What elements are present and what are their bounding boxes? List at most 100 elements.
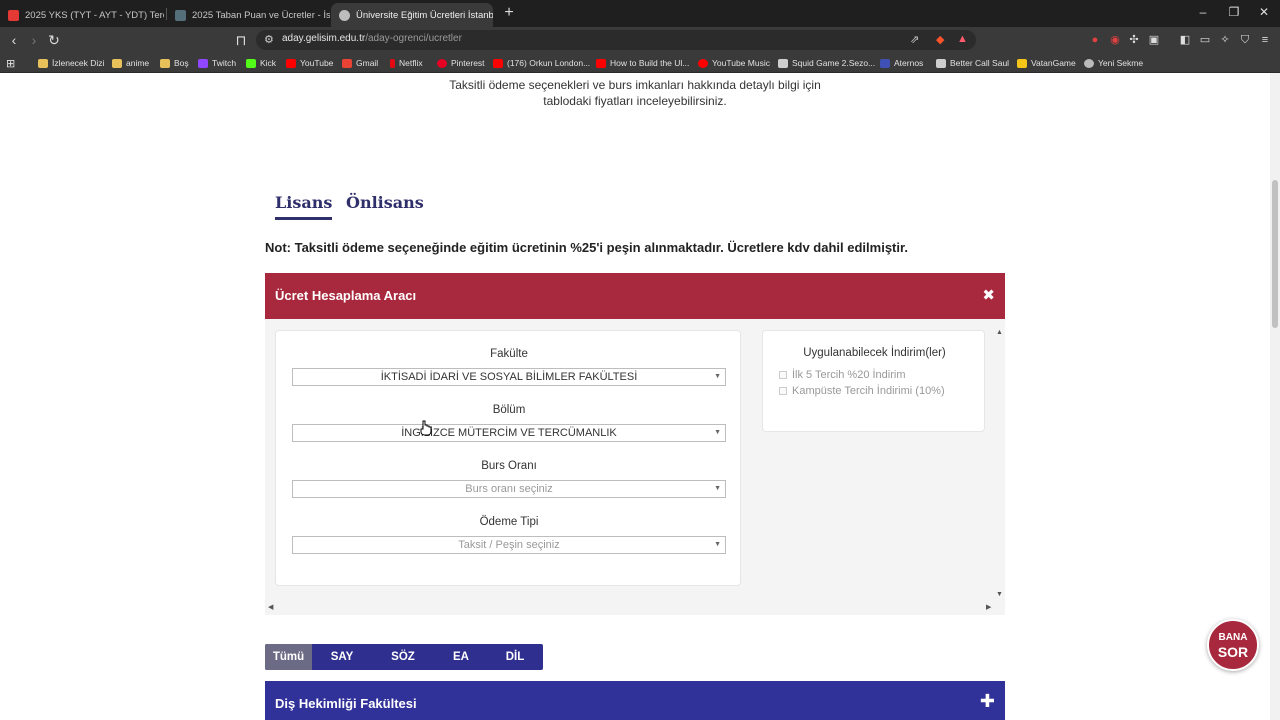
faculty-select[interactable]: İKTİSADİ İDARİ VE SOSYAL BİLİMLER FAKÜLT… [292, 368, 726, 386]
scroll-up-icon[interactable]: ▲ [996, 329, 1003, 336]
bookmark-item[interactable]: anime [112, 56, 149, 70]
bookmark-item[interactable]: İzlenecek Dizi [38, 56, 104, 70]
calculator-panel: Fakülte İKTİSADİ İDARİ VE SOSYAL BİLİMLE… [265, 319, 1005, 615]
extensions-puzzle-icon[interactable]: ✣ [1127, 33, 1141, 47]
filter-say-button[interactable]: SAY [322, 644, 362, 670]
department-select[interactable]: İNGİLİZCE MÜTERCİM VE TERCÜMANLIK ▼ [292, 424, 726, 442]
tab-title: 2025 Taban Puan ve Ücretler - İstinye... [192, 9, 330, 21]
tab-lisans[interactable]: Lisans [275, 193, 333, 220]
calculator-title: Ücret Hesaplama Aracı [275, 288, 417, 303]
bookmark-item[interactable]: (176) Orkun London... [493, 56, 590, 70]
scroll-left-icon[interactable]: ◀ [268, 603, 273, 611]
forward-arrow-icon[interactable]: › [25, 31, 43, 49]
extension-badge-icon[interactable]: ◉ [1108, 33, 1122, 47]
bookmark-item[interactable]: Squid Game 2.Sezo... [778, 56, 875, 70]
youtube-icon [286, 58, 296, 68]
chevron-down-icon: ▼ [714, 429, 721, 436]
filter-ea-button[interactable]: EA [441, 644, 481, 670]
intro-text: Taksitli ödeme seçenekleri ve burs imkan… [449, 78, 821, 108]
discount-option[interactable]: Kampüste Tercih İndirimi (10%) [779, 385, 945, 397]
chevron-down-icon: ▼ [714, 485, 721, 492]
twitch-icon [198, 58, 208, 68]
page-scrollbar[interactable] [1270, 73, 1280, 720]
filter-all-button[interactable]: Tümü [265, 644, 312, 670]
url-text: aday.gelisim.edu.tr/aday-ogrenci/ucretle… [282, 33, 462, 44]
folder-icon [160, 58, 170, 68]
restore-window-button[interactable]: ❐ [1224, 5, 1244, 19]
chat-widget-button[interactable]: BANA SOR [1207, 619, 1259, 671]
bookmark-item[interactable]: Better Call Saul [936, 56, 1009, 70]
brave-shields-icon[interactable]: ◆ [936, 33, 944, 46]
bookmark-item[interactable]: Boş [160, 56, 189, 70]
bookmark-item[interactable]: How to Build the Ul... [596, 56, 689, 70]
payment-type-select[interactable]: Taksit / Peşin seçiniz ▼ [292, 536, 726, 554]
close-window-button[interactable]: ✕ [1254, 5, 1274, 19]
pinterest-icon [437, 58, 447, 68]
globe-icon [1084, 58, 1094, 68]
wallet-icon[interactable]: ▭ [1198, 33, 1212, 47]
department-label: Bölüm [492, 404, 526, 416]
browser-tab[interactable]: 2025 Taban Puan ve Ücretler - İstinye... [167, 3, 330, 27]
browser-toolbar: ‹ › ↻ ⊓ ⚙ aday.gelisim.edu.tr/aday-ogren… [0, 27, 1280, 53]
share-icon[interactable]: ⇗ [910, 33, 919, 46]
tab-onlisans[interactable]: Önlisans [346, 193, 424, 212]
leo-ai-icon[interactable]: ✧ [1218, 33, 1232, 47]
scholarship-select[interactable]: Burs oranı seçiniz ▼ [292, 480, 726, 498]
minimize-window-button[interactable]: – [1193, 5, 1213, 19]
address-bar[interactable]: ⚙ aday.gelisim.edu.tr/aday-ogrenci/ucret… [256, 30, 976, 50]
faculty-title: Diş Hekimliği Fakültesi [275, 696, 417, 711]
aternos-icon [880, 58, 890, 68]
media-icon[interactable]: ▣ [1147, 33, 1161, 47]
bookmark-item[interactable]: VatanGame [1017, 56, 1076, 70]
discount-checkbox[interactable] [779, 387, 787, 395]
bookmark-item[interactable]: Twitch [198, 56, 236, 70]
gmail-icon [342, 58, 352, 68]
folder-icon [112, 58, 122, 68]
menu-icon[interactable]: ≡ [1258, 33, 1272, 47]
youtube-icon [596, 58, 606, 68]
faculty-accordion-header[interactable]: Diş Hekimliği Fakültesi ✚ [265, 681, 1005, 720]
close-icon[interactable]: ✖ [982, 286, 995, 304]
brave-rewards-icon[interactable]: ▲ [957, 33, 968, 45]
bookmark-item[interactable]: YouTube [286, 56, 333, 70]
bookmark-item[interactable]: Gmail [342, 56, 378, 70]
discount-option[interactable]: İlk 5 Tercih %20 İndirim [779, 369, 906, 381]
extension-icon[interactable]: ● [1088, 33, 1102, 47]
scrollbar-thumb[interactable] [1272, 180, 1278, 328]
browser-tab[interactable]: 2025 YKS (TYT - AYT - YDT) Tercih M... [0, 3, 164, 27]
score-type-filter: Tümü SAY SÖZ EA DİL [265, 644, 543, 670]
back-arrow-icon[interactable]: ‹ [5, 31, 23, 49]
chevron-down-icon: ▼ [714, 373, 721, 380]
reload-icon[interactable]: ↻ [45, 31, 63, 49]
sidebar-icon[interactable]: ◧ [1178, 33, 1192, 47]
expand-plus-icon[interactable]: ✚ [980, 691, 995, 712]
filter-dil-button[interactable]: DİL [495, 644, 535, 670]
payment-type-label: Ödeme Tipi [479, 516, 539, 528]
bookmark-item[interactable]: Yeni Sekme [1084, 56, 1143, 70]
new-tab-button[interactable]: + [499, 4, 519, 24]
discounts-card: Uygulanabilecek İndirim(ler) İlk 5 Terci… [762, 330, 985, 432]
folder-icon [38, 58, 48, 68]
bookmark-icon[interactable]: ⊓ [232, 31, 250, 49]
faculty-label: Fakülte [490, 348, 528, 360]
calculator-header[interactable]: Ücret Hesaplama Aracı ✖ [265, 273, 1005, 319]
bookmark-item[interactable]: Kick [246, 56, 276, 70]
bookmark-item[interactable]: Netflix [390, 56, 423, 70]
discount-checkbox[interactable] [779, 371, 787, 379]
vpn-shield-icon[interactable]: ⛉ [1238, 33, 1252, 47]
apps-grid-icon[interactable]: ⊞ [6, 56, 15, 70]
bookmark-item[interactable]: Pinterest [437, 56, 485, 70]
bookmark-item[interactable]: Aternos [880, 56, 923, 70]
kick-icon [246, 58, 256, 68]
scroll-right-icon[interactable]: ▶ [986, 603, 991, 611]
tab-favicon-icon [8, 9, 19, 21]
youtube-music-icon [698, 58, 708, 68]
browser-tab-active[interactable]: Üniversite Eğitim Ücretleri İstanb... ✕ [331, 3, 493, 27]
site-info-icon[interactable]: ⚙ [264, 33, 274, 46]
mouse-pointer-icon [420, 420, 432, 436]
bookmark-item[interactable]: YouTube Music [698, 56, 770, 70]
calculator-form: Fakülte İKTİSADİ İDARİ VE SOSYAL BİLİMLE… [275, 330, 741, 586]
site-icon [936, 58, 946, 68]
scroll-down-icon[interactable]: ▼ [996, 591, 1003, 598]
filter-soz-button[interactable]: SÖZ [383, 644, 423, 670]
